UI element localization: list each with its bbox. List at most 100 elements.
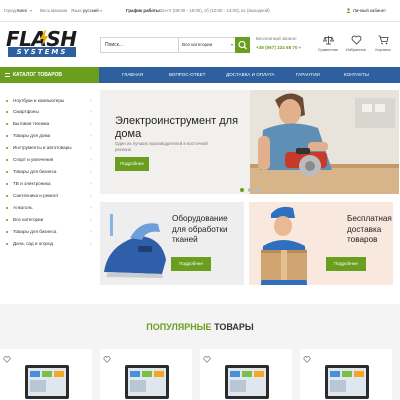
sidebar-item-label: Товары для дома [13,133,51,138]
scales-icon [322,36,334,45]
heart-icon[interactable] [303,356,311,363]
account-link[interactable]: Личный кабинет [353,8,386,14]
slider-dot[interactable] [247,188,252,192]
bullet-icon [6,159,8,161]
nav-item-delivery[interactable]: ДОСТАВКА И ОПЛАТА [226,67,275,83]
slider-dot[interactable] [255,188,260,192]
site-logo[interactable]: FLASH SYSTEMS [6,28,84,58]
sidebar-item[interactable]: Смартфоны › [0,106,95,117]
bullet-icon [6,123,8,125]
lang-label: Язык: [71,8,83,13]
sidebar-item[interactable]: Товары для бизнеса › [0,226,95,237]
sidebar-item[interactable]: Товары для бизнеса › [0,166,95,177]
chevron-right-icon: › [90,217,92,222]
chevron-right-icon: › [90,98,92,103]
courier-image [261,206,307,285]
menu-icon [5,73,10,77]
logo-subtext: SYSTEMS [8,47,76,57]
sidebar-item[interactable]: Ноутбуки и компьютеры › [0,95,95,106]
chevron-right-icon: › [90,109,92,114]
main-nav: ГЛАВНАЯ ВОПРОС-ОТВЕТ ДОСТАВКА И ОПЛАТА Г… [99,67,400,83]
bolt-icon [40,30,48,46]
product-card[interactable] [100,349,192,400]
laptop-image [225,365,269,399]
banner-details-button[interactable]: Подробнее [171,257,211,271]
section-title-accent: ПОПУЛЯРНЫЕ [146,322,212,332]
search-button[interactable] [235,37,250,53]
chevron-right-icon: › [90,133,92,138]
sidebar-item-label: Дача, сад и огород [13,241,54,246]
heart-icon[interactable] [3,356,11,363]
sidebar-item[interactable]: Алкоголь › [0,202,95,213]
search-category-select[interactable]: Все категории ▾ [178,38,236,52]
product-card[interactable] [0,349,92,400]
iron-image [104,214,166,278]
section-title: ПОПУЛЯРНЫЕ ТОВАРЫ [0,322,400,332]
nav-item-faq[interactable]: ВОПРОС-ОТВЕТ [169,67,205,83]
promo-banner-delivery[interactable]: Бесплатная доставка товаров Подробнее [249,202,393,285]
chevron-down-icon: ▾ [30,8,33,13]
cart-icon [378,35,389,45]
bullet-icon [6,219,8,221]
sidebar-item[interactable]: Дача, сад и огород › [0,238,95,249]
sidebar-item-label: Все категории [13,217,44,222]
heart-icon[interactable] [203,356,211,363]
hero-title: Электроинструмент для дома [115,115,239,140]
sidebar-item[interactable]: Бытовая техника › [0,118,95,129]
compare-button[interactable]: Сравнение [315,35,341,57]
heart-icon[interactable] [103,356,111,363]
sidebar-item-label: Спорт и увлечения [13,157,54,162]
product-card[interactable] [300,349,392,400]
sidebar-item[interactable]: Сантехника и ремонт › [0,190,95,201]
search-input[interactable] [101,38,177,52]
nav-item-home[interactable]: ГЛАВНАЯ [122,67,143,83]
top-bar: Город: Киев ▾ Весь магазин Язык: русский… [0,0,400,22]
slider-pagination [100,179,399,194]
sidebar-item[interactable]: ТВ и электроника › [0,178,95,189]
sidebar-item[interactable]: Все категории › [0,214,95,225]
phone-number-value: +38 (067) 224 68 70 [256,45,298,50]
search-category-value: Все категории [182,42,213,47]
sidebar-item-label: Инструменты и автотовары [13,145,72,150]
sidebar-item-label: Сантехника и ремонт [13,193,59,198]
chevron-down-icon: ▾ [100,8,103,13]
catalog-button[interactable]: КАТАЛОГ ТОВАРОВ [0,67,99,83]
product-card[interactable] [200,349,292,400]
laptop-image [325,365,369,399]
sidebar-item-label: Бытовая техника [13,121,50,126]
nav-item-contacts[interactable]: КОНТАКТЫ [344,67,369,83]
sidebar-item-label: Товары для бизнеса [13,169,57,174]
sidebar-item-label: Смартфоны [13,109,39,114]
chevron-right-icon: › [90,181,92,186]
phone-label: Бесплатный звонок: [256,36,297,41]
lang-selector[interactable]: русский [83,8,99,14]
laptop-image [125,365,169,399]
user-icon [346,8,351,15]
chevron-right-icon: › [90,205,92,210]
phone-number[interactable]: +38 (067) 224 68 70 ▾ [256,45,301,51]
banner-title: Оборудование для обработки тканей [172,214,228,244]
city-label: Город: [4,8,18,13]
cart-button[interactable]: Корзина [370,35,396,57]
favorites-button[interactable]: Избранное [343,35,369,57]
heart-icon [351,35,361,45]
bullet-icon [6,135,8,137]
search-bar: Все категории ▾ [100,37,250,53]
slider-dot[interactable] [239,188,244,192]
sidebar-item[interactable]: Инструменты и автотовары › [0,142,95,153]
favorites-label: Избранное [345,47,367,52]
hero-slider[interactable]: Электроинструмент для дома Один из лучши… [100,90,399,194]
promo-banner-textile[interactable]: Оборудование для обработки тканей Подроб… [100,202,244,285]
sidebar-item[interactable]: Товары для дома › [0,130,95,141]
chevron-right-icon: › [90,157,92,162]
city-selector[interactable]: Киев [17,8,27,14]
sidebar-item-label: ТВ и электроника [13,181,51,186]
hero-details-button[interactable]: Подробнее [115,157,149,171]
catalog-label: КАТАЛОГ ТОВАРОВ [13,72,63,78]
banner-details-button[interactable]: Подробнее [326,257,366,271]
sidebar-item-label: Товары для бизнеса [13,229,57,234]
nav-item-warranty[interactable]: ГАРАНТИИ [296,67,320,83]
bullet-icon [6,183,8,185]
sidebar-item-label: Алкоголь [13,205,33,210]
sidebar-item[interactable]: Спорт и увлечения › [0,154,95,165]
